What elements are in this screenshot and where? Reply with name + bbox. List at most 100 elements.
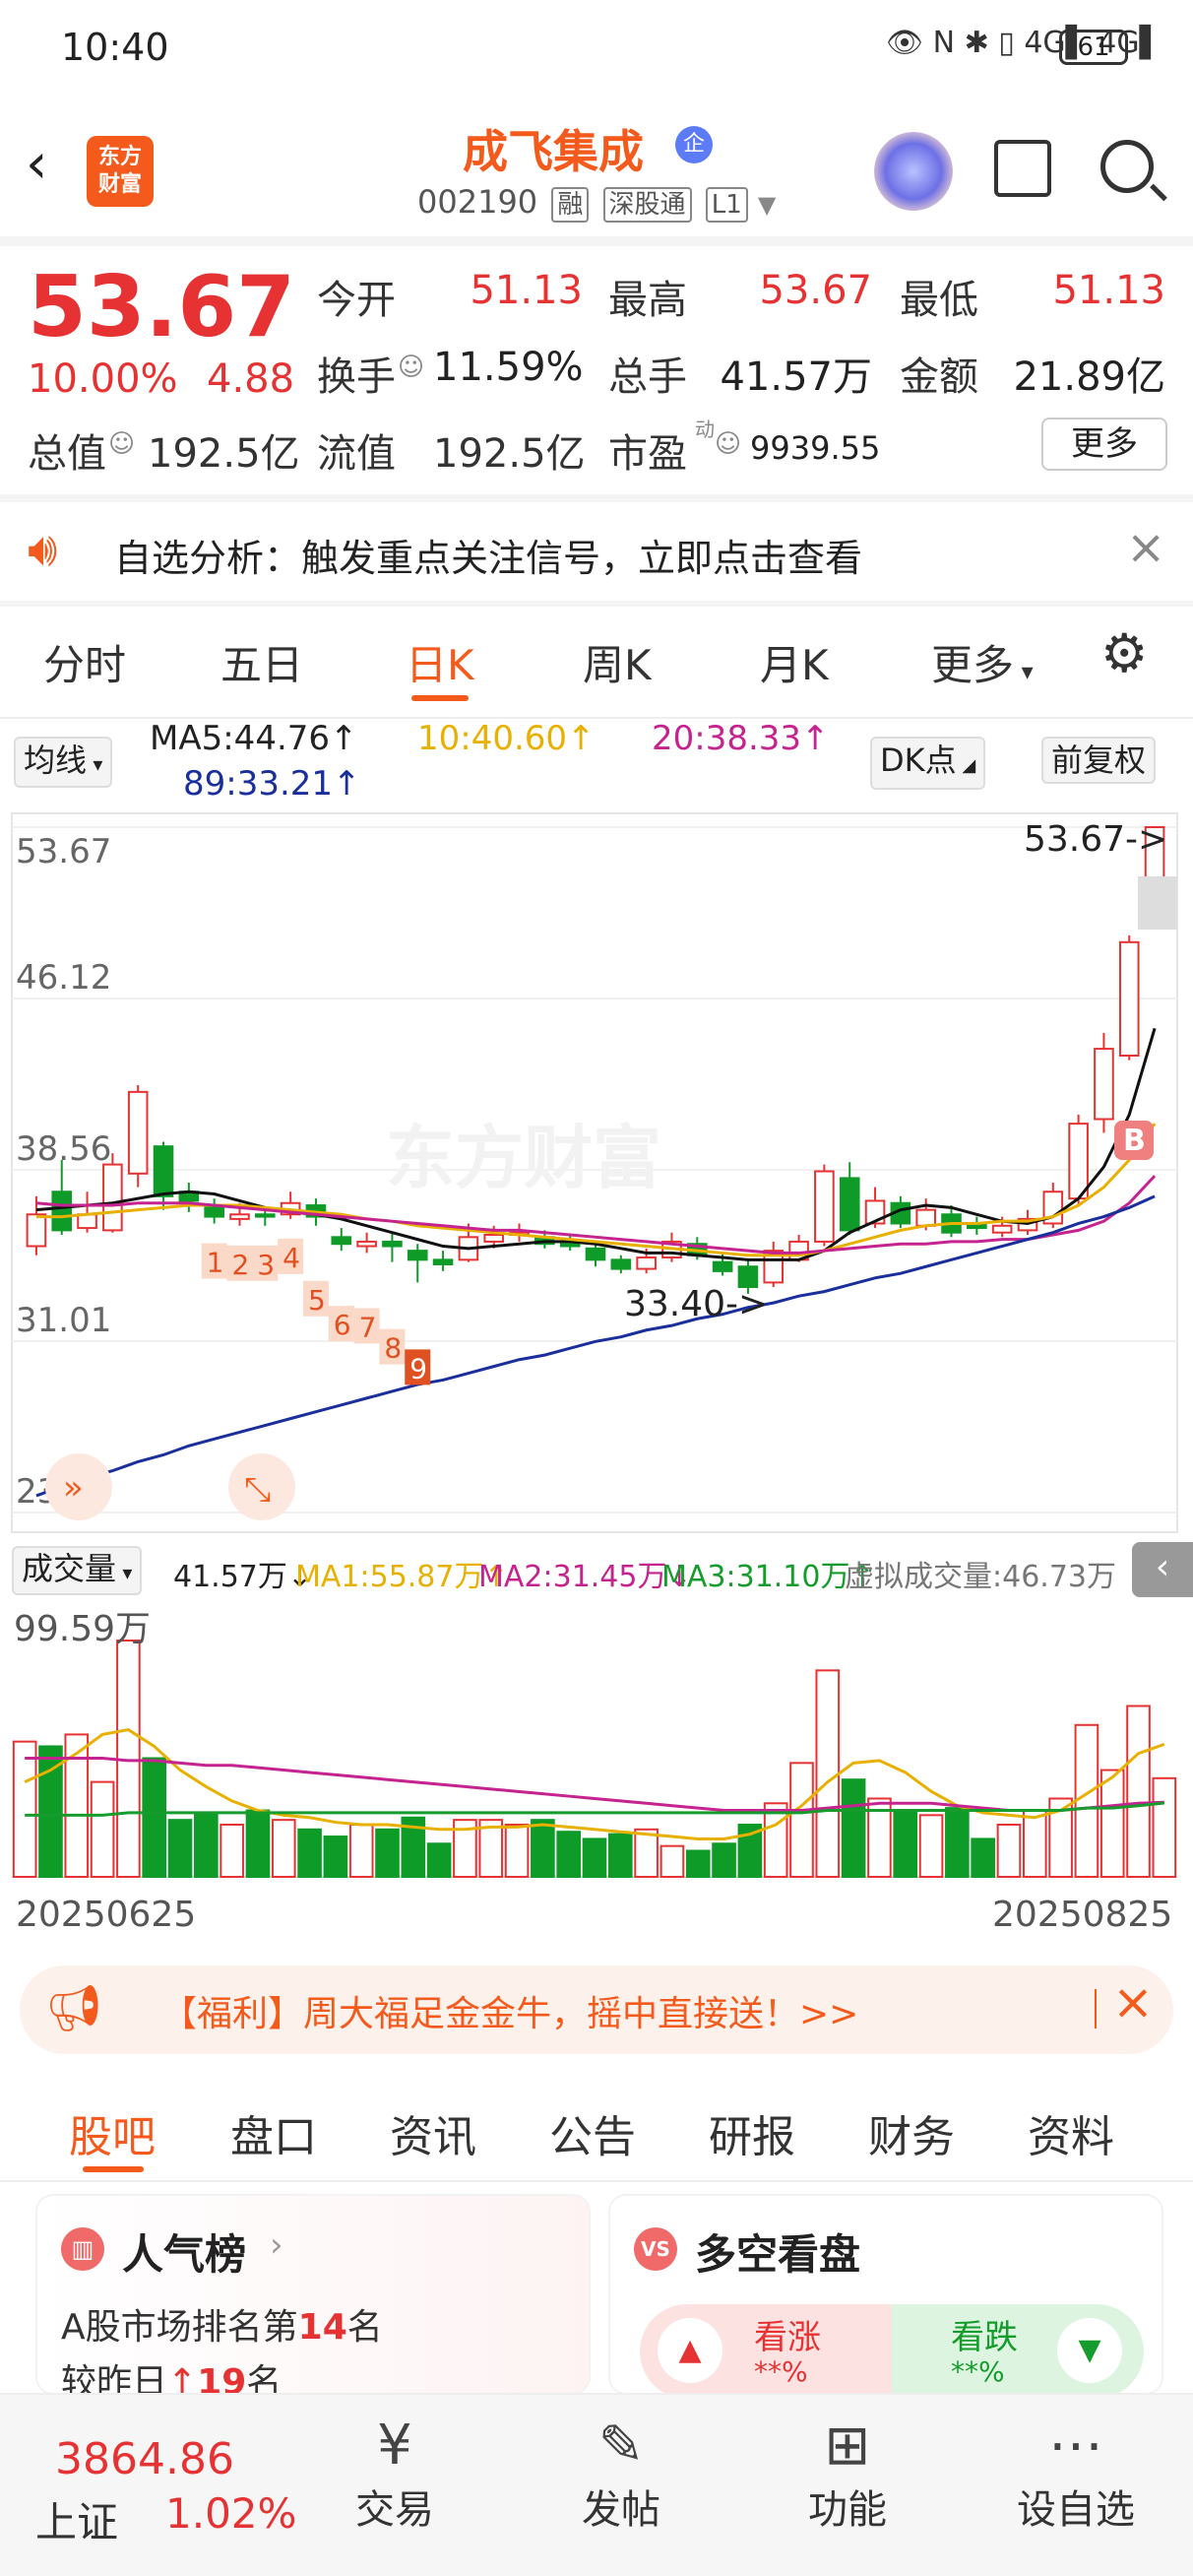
candle bbox=[559, 1243, 581, 1248]
volume-ma-line-ma2 bbox=[25, 1757, 1164, 1813]
info-icon[interactable]: ☺ bbox=[715, 429, 741, 459]
bullish-pct: **% bbox=[754, 2355, 808, 2388]
candle bbox=[991, 1224, 1013, 1234]
indicator-selector[interactable]: 均线 ▾ bbox=[14, 737, 113, 788]
info-icon[interactable]: ☺ bbox=[398, 353, 424, 382]
tab-news[interactable]: 资讯 bbox=[390, 2101, 476, 2164]
candle bbox=[204, 1206, 224, 1218]
volume-bar bbox=[297, 1828, 322, 1878]
down-arrow-icon: ▼ bbox=[1057, 2318, 1122, 2383]
tab-intraday[interactable]: 分时 bbox=[43, 632, 126, 692]
volume-bar bbox=[918, 1814, 944, 1879]
bullish-button[interactable]: ▲ 看涨 **% bbox=[640, 2304, 892, 2399]
adjust-button[interactable]: 前复权 bbox=[1041, 737, 1157, 784]
candle bbox=[585, 1247, 606, 1261]
volume-chart[interactable]: 99.59万 20250625 20250825 bbox=[0, 1601, 1193, 1965]
tab-research[interactable]: 研报 bbox=[709, 2101, 795, 2164]
dk-point-button[interactable]: DK点 ◢ bbox=[870, 737, 986, 790]
watermark: 东方财富 bbox=[386, 1118, 661, 1198]
volume-bar bbox=[893, 1809, 918, 1878]
volume-bar bbox=[245, 1809, 271, 1878]
stat-label: 今开 bbox=[317, 278, 396, 323]
tab-finance[interactable]: 财务 bbox=[868, 2101, 955, 2164]
volume-bar bbox=[1099, 1769, 1125, 1878]
volume-ma2: MA2:31.45万↓ bbox=[478, 1560, 692, 1594]
search-icon[interactable] bbox=[1100, 140, 1154, 193]
nav-post[interactable]: ✎ 发帖 bbox=[547, 2415, 695, 2535]
tab-weekly-k[interactable]: 周K bbox=[583, 632, 652, 692]
close-icon[interactable]: × bbox=[1126, 520, 1165, 575]
vs-icon: VS bbox=[634, 2227, 677, 2271]
index-name[interactable]: 上证 bbox=[35, 2489, 118, 2549]
candle bbox=[712, 1260, 733, 1272]
volume-bar bbox=[194, 1811, 219, 1878]
tab-more[interactable]: 更多 ▾ bbox=[931, 632, 1034, 692]
level-badge: L1 bbox=[705, 187, 748, 223]
volume-bar bbox=[1152, 1776, 1177, 1879]
nav-label: 设自选 bbox=[1017, 2487, 1135, 2533]
tab-daily-k[interactable]: 日K bbox=[406, 632, 474, 692]
index-value[interactable]: 3864.86 bbox=[55, 2434, 234, 2484]
collapse-panel-icon[interactable]: ‹ bbox=[1132, 1542, 1193, 1597]
volume-bar bbox=[220, 1823, 244, 1879]
sequence-number: 1 bbox=[207, 1246, 224, 1278]
volume-bar bbox=[323, 1835, 348, 1878]
battery-icon: 61 bbox=[1059, 30, 1128, 65]
volume-bar bbox=[348, 1823, 374, 1879]
date-end: 20250825 bbox=[992, 1895, 1172, 1935]
expand-left-icon-glyph: » bbox=[63, 1468, 84, 1508]
candle bbox=[127, 1090, 149, 1175]
connect-badge: 深股通 bbox=[602, 187, 692, 223]
eastmoney-logo: 东方 财富 bbox=[87, 136, 154, 207]
index-pct[interactable]: 1.02% bbox=[165, 2489, 296, 2538]
nav-functions[interactable]: ⊞ 功能 bbox=[774, 2415, 921, 2535]
volume-selector[interactable]: 成交量 ▾ bbox=[12, 1546, 143, 1595]
popularity-card[interactable]: ▥ 人气榜 › A股市场排名第14名 较昨日↑19名 bbox=[37, 2196, 589, 2403]
candle bbox=[51, 1191, 73, 1232]
more-button[interactable]: 更多 bbox=[1041, 418, 1167, 471]
candle bbox=[636, 1256, 657, 1270]
candle bbox=[382, 1240, 403, 1248]
chart-tabs: 分时 五日 日K 周K 月K 更多 ▾ ⚙ bbox=[0, 611, 1193, 719]
tab-pankou[interactable]: 盘口 bbox=[230, 2101, 317, 2164]
tab-announcements[interactable]: 公告 bbox=[549, 2101, 636, 2164]
tab-profile[interactable]: 资料 bbox=[1028, 2101, 1114, 2164]
stock-code-row[interactable]: 002190 融 深股通 L1 ▼ bbox=[417, 183, 776, 223]
bottom-bar: 3864.86 上证 1.02% ¥ 交易 ✎ 发帖 ⊞ 功能 ⋯ 设自选 bbox=[0, 2393, 1193, 2576]
volume-bar bbox=[167, 1819, 193, 1879]
tab-monthly-k[interactable]: 月K bbox=[760, 632, 829, 692]
back-arrow-icon[interactable]: ‹ bbox=[26, 132, 47, 196]
nav-trade[interactable]: ¥ 交易 bbox=[321, 2415, 469, 2535]
bull-bear-card[interactable]: VS 多空看盘 ▲ 看涨 **% 看跌 **% ▼ bbox=[610, 2196, 1162, 2399]
bearish-button[interactable]: 看跌 **% ▼ bbox=[892, 2304, 1144, 2399]
promo-banner[interactable]: 📢︎ 【福利】周大福足金金牛，摇中直接送！>> × bbox=[20, 1965, 1173, 2054]
current-price: 53.67 bbox=[28, 258, 296, 356]
tab-guba[interactable]: 股吧 bbox=[69, 2101, 156, 2164]
volume-max-label: 99.59万 bbox=[14, 1609, 151, 1649]
grid-icon: ⊞ bbox=[824, 2414, 871, 2478]
tab-five-day[interactable]: 五日 bbox=[220, 632, 303, 692]
info-icon[interactable]: ☺ bbox=[108, 429, 135, 459]
nav-add-watchlist[interactable]: ⋯ 设自选 bbox=[1002, 2415, 1150, 2535]
date-start: 20250625 bbox=[16, 1895, 196, 1935]
bullish-label: 看涨 bbox=[754, 2318, 821, 2357]
close-icon[interactable]: × bbox=[1112, 1973, 1154, 2030]
share-icon[interactable] bbox=[994, 140, 1051, 197]
sequence-number: 7 bbox=[359, 1311, 377, 1343]
volume-bar bbox=[634, 1828, 659, 1878]
dropdown-icon[interactable]: ▼ bbox=[758, 191, 776, 219]
change-amount: 4.88 bbox=[207, 356, 295, 402]
volume-bar bbox=[763, 1802, 788, 1878]
ai-assistant-icon[interactable] bbox=[874, 132, 953, 211]
candle bbox=[102, 1163, 123, 1232]
watchlist-notice[interactable]: 🔊︎ 自选分析：触发重点关注信号，立即点击查看 × bbox=[0, 502, 1193, 601]
settings-gear-icon[interactable]: ⚙ bbox=[1100, 622, 1148, 684]
stat-value: 192.5亿 bbox=[148, 431, 300, 477]
active-tab-indicator bbox=[411, 695, 469, 701]
card-title: 多空看盘 bbox=[695, 2230, 861, 2279]
status-bar: 10:40 👁 N ✱ ▯ 4G▌ 4G▌ 61 bbox=[0, 0, 1193, 98]
yen-icon: ¥ bbox=[377, 2414, 412, 2478]
candlestick-chart[interactable]: 东方财富 53.6746.1238.5631.0123.46 123456789… bbox=[0, 807, 1193, 1536]
volume-bar bbox=[1074, 1723, 1099, 1878]
volume-bar bbox=[531, 1819, 555, 1879]
